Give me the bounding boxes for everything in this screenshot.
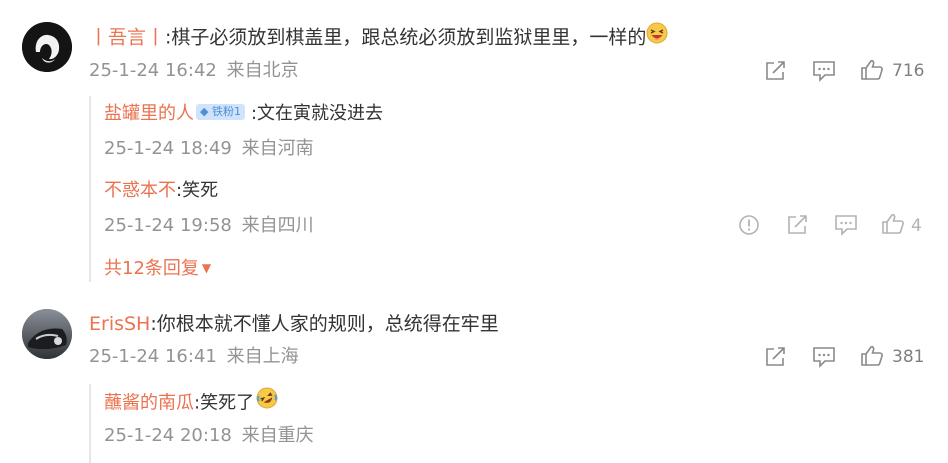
reply-meta: 25-1-24 18:49 来自河南 xyxy=(104,137,314,161)
username-link[interactable]: ErisSH xyxy=(89,313,150,335)
comment-meta: 25-1-24 16:42 来自北京 xyxy=(89,59,299,83)
username-link[interactable]: 蘸酱的南瓜 xyxy=(104,393,194,414)
reply-date: 25-1-24 20:18 xyxy=(104,425,232,446)
reply-meta: 25-1-24 20:18 来自重庆 xyxy=(104,424,314,448)
reply-thread-bar xyxy=(89,96,91,282)
more-replies-label: 共12条回复 xyxy=(104,258,199,279)
comment-line: ErisSH:你根本就不懂人家的规则，总统得在牢里 xyxy=(89,312,499,336)
username-link[interactable]: 盐罐里的人 xyxy=(104,103,194,124)
reply-text: :笑死 xyxy=(176,180,219,201)
comment-icon[interactable] xyxy=(812,60,836,82)
reply-location: 来自四川 xyxy=(241,215,314,236)
reply-line: 蘸酱的南瓜:笑死了 xyxy=(104,387,278,418)
share-icon[interactable] xyxy=(764,346,788,368)
like-count: 716 xyxy=(892,61,925,81)
like-count: 381 xyxy=(892,347,925,367)
reply-text: :文在寅就没进去 xyxy=(250,103,384,124)
reply-meta: 25-1-24 19:58 来自四川 xyxy=(104,214,314,238)
comment-meta: 25-1-24 16:41 来自上海 xyxy=(89,345,299,369)
like-count: 4 xyxy=(911,216,922,236)
fan-badge: ◆ 铁粉1 xyxy=(196,104,245,120)
reply-location: 来自河南 xyxy=(241,138,314,159)
comment-icon[interactable] xyxy=(834,214,858,236)
username-link[interactable]: 不惑本不 xyxy=(104,180,176,201)
like-icon[interactable] xyxy=(860,345,884,367)
rolling-laugh-emoji-icon xyxy=(256,387,278,416)
like-icon[interactable] xyxy=(860,59,884,81)
comment-date: 25-1-24 16:41 xyxy=(89,346,217,367)
avatar[interactable] xyxy=(22,22,72,72)
diamond-icon: ◆ xyxy=(200,105,209,118)
share-icon[interactable] xyxy=(764,60,788,82)
more-replies-link[interactable]: 共12条回复 ▼ xyxy=(104,257,211,282)
comment-line: 丨吾言丨:棋子必须放到棋盖里，跟总统必须放到监狱里里，一样的 xyxy=(89,22,668,52)
reply-line: 不惑本不:笑死 xyxy=(104,179,218,203)
reply-date: 25-1-24 18:49 xyxy=(104,138,232,159)
avatar[interactable] xyxy=(22,309,72,359)
reply-thread-bar xyxy=(89,384,91,463)
reply-location: 来自重庆 xyxy=(241,425,314,446)
fan-badge-label: 铁粉1 xyxy=(211,105,241,118)
comment-text: :棋子必须放到棋盖里，跟总统必须放到监狱里里，一样的 xyxy=(165,26,647,49)
reply-line: 盐罐里的人 ◆ 铁粉1:文在寅就没进去 xyxy=(104,102,383,126)
reply-text: :笑死了 xyxy=(194,392,255,414)
comment-date: 25-1-24 16:42 xyxy=(89,60,217,81)
report-icon[interactable] xyxy=(738,214,760,236)
comment-text: :你根本就不懂人家的规则，总统得在牢里 xyxy=(150,313,499,335)
laughing-emoji-icon xyxy=(646,22,668,50)
username-link[interactable]: 丨吾言丨 xyxy=(89,27,165,49)
comment-location: 来自北京 xyxy=(226,60,299,81)
caret-down-icon: ▼ xyxy=(201,261,212,275)
reply-date: 25-1-24 19:58 xyxy=(104,215,232,236)
like-icon[interactable] xyxy=(881,213,905,235)
comment-location: 来自上海 xyxy=(226,346,299,367)
comment-icon[interactable] xyxy=(812,346,836,368)
share-icon[interactable] xyxy=(786,214,810,236)
